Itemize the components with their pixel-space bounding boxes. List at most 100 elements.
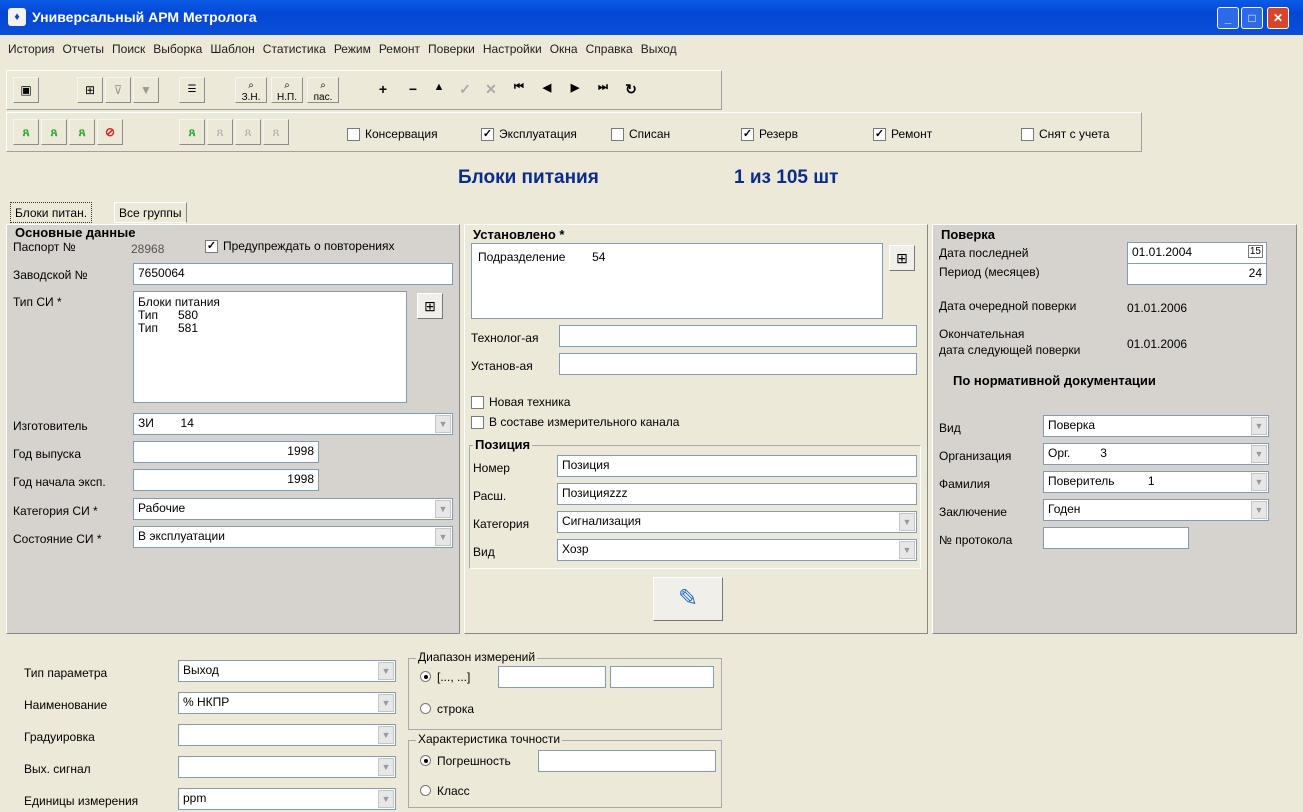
start-year-input[interactable]: 1998 bbox=[133, 469, 319, 491]
menu-windows[interactable]: Окна bbox=[550, 42, 578, 56]
filter-written-off[interactable]: Списан bbox=[611, 127, 670, 141]
menu-verifications[interactable]: Поверки bbox=[428, 42, 475, 56]
serial-input[interactable]: 7650064 bbox=[133, 263, 453, 285]
menu-help[interactable]: Справка bbox=[586, 42, 633, 56]
conclusion-select[interactable]: Годен ▼ bbox=[1043, 499, 1269, 521]
status-off2-icon[interactable]: ጸ bbox=[235, 119, 261, 145]
notepad-icon[interactable]: ✎ bbox=[653, 577, 723, 621]
filter-list-icon[interactable]: ⊞ bbox=[77, 77, 103, 103]
ver-kind-select[interactable]: Поверка ▼ bbox=[1043, 415, 1269, 437]
cancel-icon[interactable]: ✕ bbox=[481, 81, 501, 98]
accuracy-option-error[interactable]: Погрешность bbox=[420, 754, 511, 768]
department-box[interactable]: Подразделение 54 bbox=[471, 243, 883, 319]
group-title: Блоки питания bbox=[458, 167, 599, 188]
tree-picker-icon[interactable]: ⊞ bbox=[417, 293, 443, 319]
range-option-string[interactable]: строка bbox=[420, 702, 474, 716]
up-icon[interactable]: ▲ bbox=[429, 81, 449, 93]
menu-mode[interactable]: Режим bbox=[334, 42, 371, 56]
org-label: Организация bbox=[939, 449, 1012, 463]
last-record-icon[interactable]: ⏭ bbox=[593, 81, 613, 94]
menu-statistics[interactable]: Статистика bbox=[263, 42, 326, 56]
menu-exit[interactable]: Выход bbox=[641, 42, 677, 56]
installed-panel: Установлено * Подразделение 54 ⊞ Техноло… bbox=[464, 224, 928, 634]
next-record-icon[interactable]: ▶ bbox=[565, 81, 585, 94]
filter-icon[interactable]: ▼ bbox=[133, 77, 159, 103]
parameters-section: Тип параметра Выход ▼ Наименование % НКПР… bbox=[0, 638, 760, 812]
next-date-value: 01.01.2006 bbox=[1127, 301, 1188, 315]
filter-reserve[interactable]: ✓ Резерв bbox=[741, 127, 798, 141]
tech-input[interactable] bbox=[559, 325, 917, 347]
maximize-button[interactable]: □ bbox=[1241, 7, 1263, 29]
record-counter: 1 из 105 шт bbox=[734, 167, 839, 188]
refresh-icon[interactable]: ↻ bbox=[621, 81, 641, 98]
output-signal-select[interactable]: ▼ bbox=[178, 756, 396, 778]
record-header: Блоки питания 1 из 105 шт bbox=[0, 152, 1303, 200]
conclusion-label: Заключение bbox=[939, 505, 1007, 519]
year-input[interactable]: 1998 bbox=[133, 441, 319, 463]
maker-select[interactable]: ЗИ 14 ▼ bbox=[133, 413, 453, 435]
units-select[interactable]: ppm ▼ bbox=[178, 788, 396, 810]
menu-repair[interactable]: Ремонт bbox=[379, 42, 420, 56]
filter-clear-icon[interactable]: ⊽ bbox=[105, 77, 131, 103]
close-button[interactable]: ✕ bbox=[1267, 7, 1289, 29]
tab-power-blocks[interactable]: Блоки питан. bbox=[10, 202, 93, 223]
range-min-input[interactable] bbox=[498, 666, 606, 688]
graduation-select[interactable]: ▼ bbox=[178, 724, 396, 746]
param-type-select[interactable]: Выход ▼ bbox=[178, 660, 396, 682]
range-option-interval[interactable]: [..., ...] bbox=[420, 670, 470, 684]
delete-icon[interactable]: − bbox=[403, 81, 423, 97]
menu-template[interactable]: Шаблон bbox=[210, 42, 254, 56]
card-icon[interactable]: ▣ bbox=[13, 77, 39, 103]
confirm-icon[interactable]: ✓ bbox=[455, 81, 475, 98]
pos-kind-select[interactable]: Хозр ▼ bbox=[557, 539, 917, 561]
numbered-list-icon[interactable]: ☰ bbox=[179, 77, 205, 103]
prev-record-icon[interactable]: ◀ bbox=[537, 81, 557, 94]
range-max-input[interactable] bbox=[610, 666, 714, 688]
channel-checkbox[interactable]: В составе измерительного канала bbox=[471, 415, 679, 429]
filter-exploitation[interactable]: ✓ Эксплуатация bbox=[481, 127, 577, 141]
period-input[interactable]: 24 bbox=[1127, 263, 1267, 285]
status-forbid-icon[interactable]: ⊘ bbox=[97, 119, 123, 145]
menu-reports[interactable]: Отчеты bbox=[63, 42, 104, 56]
add-icon[interactable]: + bbox=[373, 81, 393, 97]
chevron-down-icon: ▼ bbox=[378, 790, 394, 808]
status-off3-icon[interactable]: ጸ bbox=[263, 119, 289, 145]
state-select[interactable]: В эксплуатации ▼ bbox=[133, 526, 453, 548]
pos-cat-select[interactable]: Сигнализация ▼ bbox=[557, 511, 917, 533]
minimize-button[interactable]: _ bbox=[1217, 7, 1239, 29]
status-off1-icon[interactable]: ጸ bbox=[207, 119, 233, 145]
period-label: Период (месяцев) bbox=[939, 265, 1040, 279]
status-user-icon[interactable]: ጸ bbox=[13, 119, 39, 145]
protocol-input[interactable] bbox=[1043, 527, 1189, 549]
pos-num-input[interactable]: Позиция bbox=[557, 455, 917, 477]
status-move-icon[interactable]: ጸ bbox=[69, 119, 95, 145]
param-name-select[interactable]: % НКПР ▼ bbox=[178, 692, 396, 714]
filter-repair[interactable]: ✓ Ремонт bbox=[873, 127, 932, 141]
find-np-button[interactable]: ⌕ Н.П. bbox=[271, 77, 303, 103]
type-list[interactable]: Блоки питания Тип 580 Тип 581 bbox=[133, 291, 407, 403]
accuracy-option-class[interactable]: Класс bbox=[420, 784, 470, 798]
status-edit-icon[interactable]: ጸ bbox=[41, 119, 67, 145]
org-select[interactable]: Орг. 3 ▼ bbox=[1043, 443, 1269, 465]
menu-selection[interactable]: Выборка bbox=[153, 42, 202, 56]
verifier-select[interactable]: Поверитель 1 ▼ bbox=[1043, 471, 1269, 493]
find-pas-button[interactable]: ⌕ пас. bbox=[307, 77, 339, 103]
first-record-icon[interactable]: ⏮ bbox=[509, 81, 529, 94]
menu-history[interactable]: История bbox=[8, 42, 55, 56]
menu-settings[interactable]: Настройки bbox=[483, 42, 542, 56]
category-select[interactable]: Рабочие ▼ bbox=[133, 498, 453, 520]
new-tech-checkbox[interactable]: Новая техника bbox=[471, 395, 570, 409]
status-add-icon[interactable]: ጸ bbox=[179, 119, 205, 145]
filter-conservation[interactable]: Консервация bbox=[347, 127, 438, 141]
filter-deregistered[interactable]: Снят с учета bbox=[1021, 127, 1110, 141]
last-date-input[interactable]: 01.01.2004 15 bbox=[1127, 242, 1267, 264]
find-zn-button[interactable]: ⌕ З.Н. bbox=[235, 77, 267, 103]
inst-input[interactable] bbox=[559, 353, 917, 375]
tree-picker-icon[interactable]: ⊞ bbox=[889, 245, 915, 271]
param-type-label: Тип параметра bbox=[24, 666, 108, 680]
menu-search[interactable]: Поиск bbox=[112, 42, 145, 56]
error-input[interactable] bbox=[538, 750, 716, 772]
warn-duplicates-checkbox[interactable]: ✓ Предупреждать о повторениях bbox=[205, 239, 394, 253]
pos-ext-input[interactable]: Позицияzzz bbox=[557, 483, 917, 505]
tab-all-groups[interactable]: Все группы bbox=[114, 202, 187, 223]
